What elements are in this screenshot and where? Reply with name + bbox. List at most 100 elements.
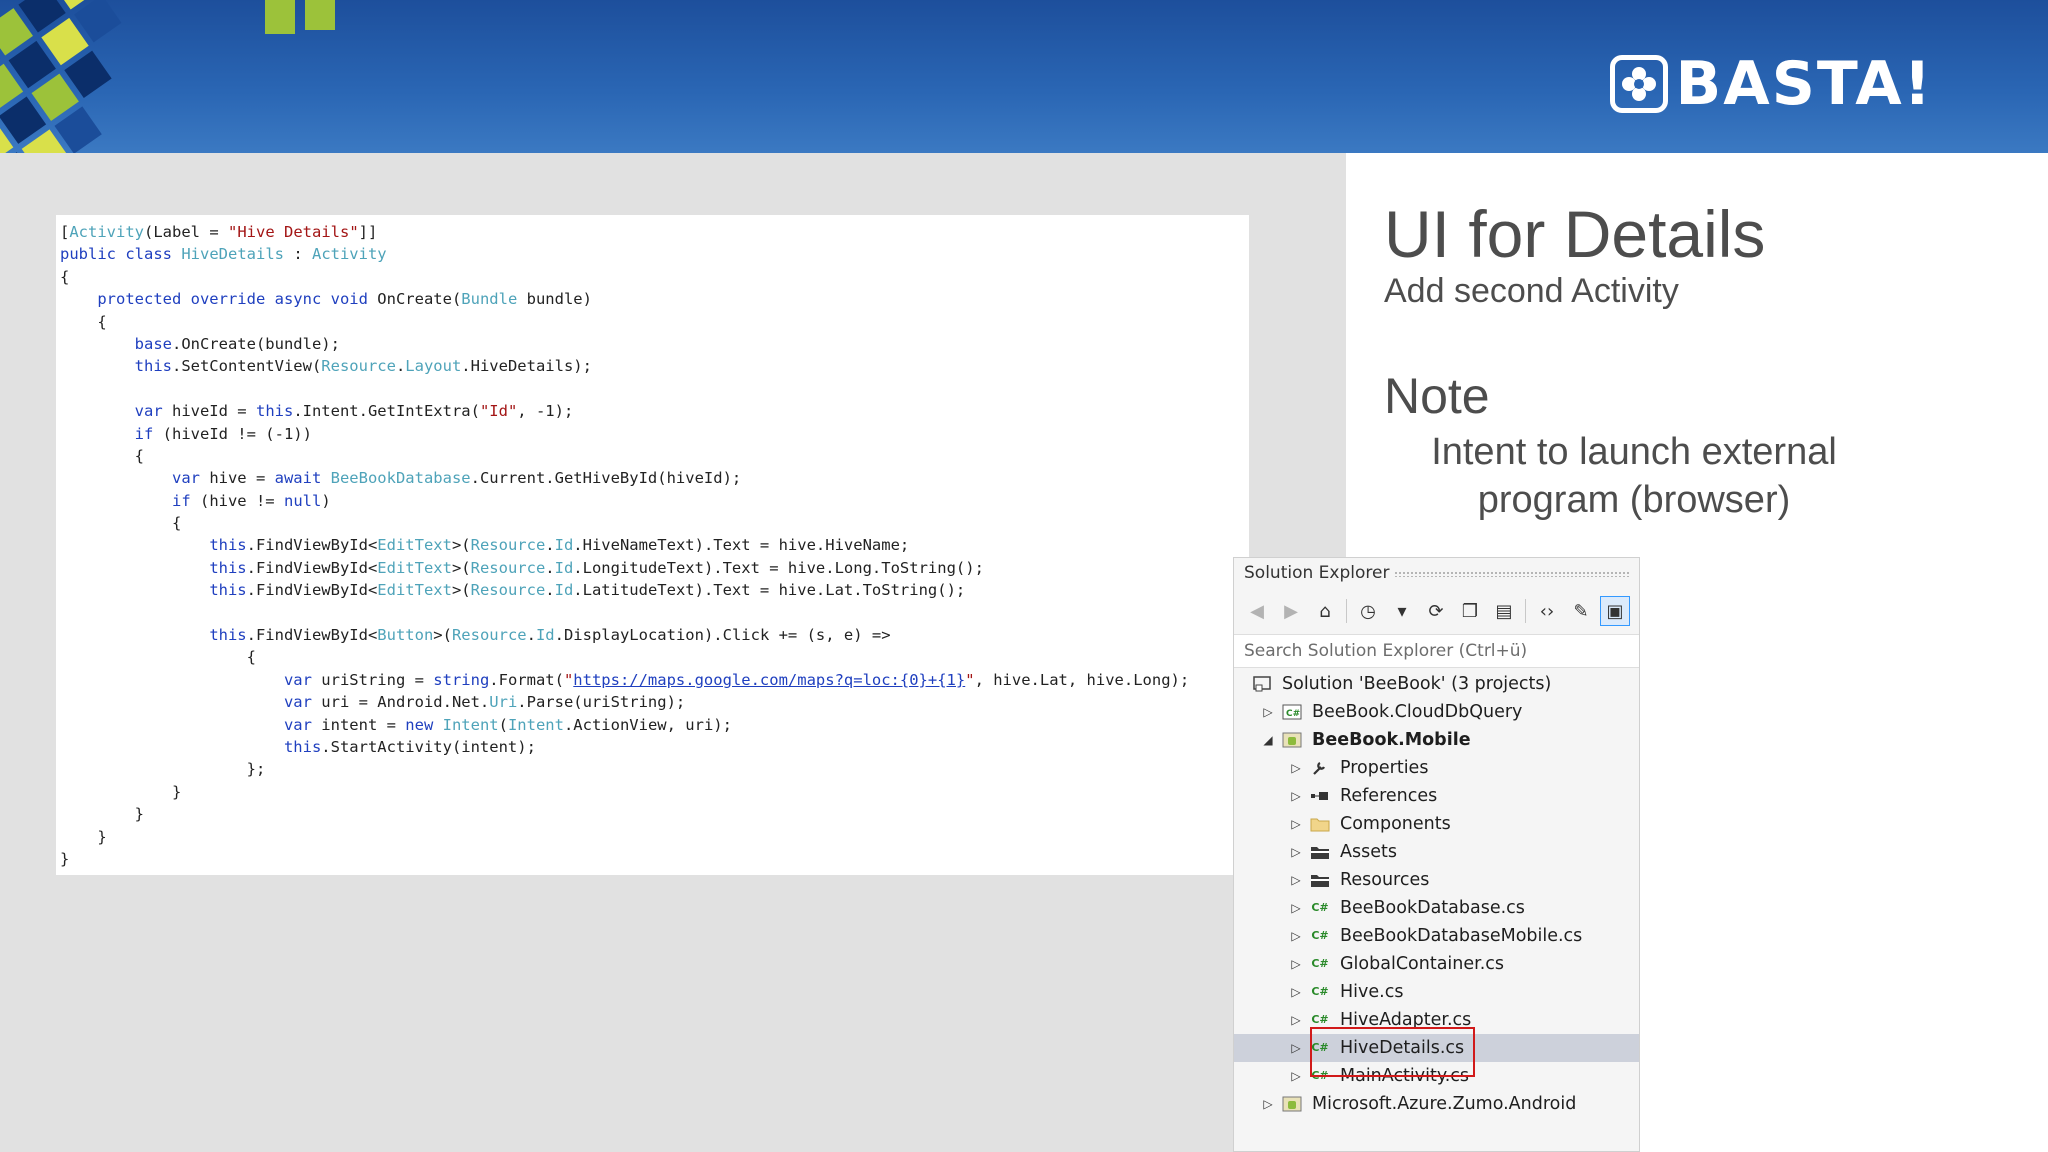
- code-line: this.FindViewById<EditText>(Resource.Id.…: [56, 579, 1249, 601]
- home-icon[interactable]: ⌂: [1310, 596, 1340, 626]
- code-line: }: [56, 781, 1249, 803]
- collapsed-arrow-icon[interactable]: ▷: [1288, 782, 1304, 810]
- tree-item-label: References: [1340, 786, 1438, 806]
- tree-item[interactable]: ▷ Components: [1234, 810, 1639, 838]
- logo-text: BASTA!: [1675, 49, 1933, 119]
- code-token: };: [60, 760, 266, 779]
- code-token: .: [395, 357, 406, 376]
- collapsed-arrow-icon[interactable]: ▷: [1288, 754, 1304, 782]
- android-project-icon: [1282, 731, 1302, 749]
- solution-search-input[interactable]: Search Solution Explorer (Ctrl+ü): [1234, 634, 1639, 668]
- code-token: , hive.Lat, hive.Long);: [974, 670, 1190, 689]
- collapsed-arrow-icon[interactable]: ▷: [1288, 922, 1304, 950]
- collapsed-arrow-icon[interactable]: ▷: [1288, 1006, 1304, 1034]
- collapsed-arrow-icon[interactable]: ▷: [1288, 950, 1304, 978]
- show-all-files-icon[interactable]: ▤: [1489, 596, 1519, 626]
- code-line: };: [56, 758, 1249, 780]
- code-token: .Format(: [489, 670, 564, 689]
- logo-flower-icon: [1609, 55, 1668, 113]
- csharp-file-icon: C#: [1311, 901, 1329, 914]
- code-token: Uri: [489, 693, 518, 712]
- references-icon: [1310, 787, 1330, 805]
- collapsed-arrow-icon[interactable]: ▷: [1288, 978, 1304, 1006]
- code-line: this.FindViewById<Button>(Resource.Id.Di…: [56, 624, 1249, 646]
- tree-item[interactable]: ▷ C# BeeBookDatabaseMobile.cs: [1234, 922, 1639, 950]
- panel-grip[interactable]: [1394, 571, 1629, 577]
- code-token: Intent: [442, 715, 499, 734]
- tree-item[interactable]: ▷ C# BeeBook.CloudDbQuery: [1234, 698, 1639, 726]
- code-token: this: [283, 737, 322, 756]
- tree-item-label: BeeBookDatabase.cs: [1340, 898, 1525, 918]
- code-token: Resource: [470, 581, 546, 600]
- dropdown-icon[interactable]: ▾: [1387, 596, 1417, 626]
- csharp-file-icon: C#: [1311, 957, 1329, 970]
- code-token: >(: [433, 626, 452, 645]
- code-token: {: [60, 312, 107, 331]
- preview-icon[interactable]: ▣: [1600, 596, 1630, 626]
- expanded-arrow-icon[interactable]: ◢: [1260, 726, 1276, 754]
- tree-item[interactable]: ▷ References: [1234, 782, 1639, 810]
- code-token: (Label =: [144, 223, 228, 241]
- code-token: if: [134, 424, 163, 443]
- code-token: Resource: [470, 558, 546, 577]
- tree-item[interactable]: ◢ BeeBook.Mobile: [1234, 726, 1639, 754]
- slide-title: UI for Details: [1384, 197, 1766, 271]
- code-token: "Hive Details": [228, 223, 359, 241]
- code-token: intent =: [321, 715, 406, 734]
- csharp-file-icon: C#: [1311, 985, 1329, 998]
- collapsed-arrow-icon[interactable]: ▷: [1260, 1090, 1276, 1118]
- code-token: hive =: [209, 469, 275, 488]
- tree-item[interactable]: ▷ Assets: [1234, 838, 1639, 866]
- collapsed-arrow-icon[interactable]: ▷: [1288, 894, 1304, 922]
- code-token: BeeBookDatabase: [330, 469, 471, 488]
- code-url-link[interactable]: https://maps.google.com/maps?q=loc:{0}+{…: [573, 671, 965, 689]
- back-icon[interactable]: ◀: [1242, 596, 1272, 626]
- tree-item[interactable]: ▷ C# Hive.cs: [1234, 978, 1639, 1006]
- code-token: Resource: [321, 357, 396, 376]
- tree-item[interactable]: ▷ Properties: [1234, 754, 1639, 782]
- code-token: {: [60, 267, 70, 286]
- history-icon[interactable]: ◷: [1353, 596, 1383, 626]
- collapsed-arrow-icon[interactable]: ▷: [1288, 1062, 1304, 1090]
- code-token: ]]: [358, 223, 378, 241]
- collapsed-arrow-icon[interactable]: ▷: [1288, 810, 1304, 838]
- code-token: }: [60, 782, 182, 801]
- code-snippet: [Activity(Label = "Hive Details"]] public…: [56, 215, 1249, 875]
- tree-item[interactable]: ▷ C# GlobalContainer.cs: [1234, 950, 1639, 978]
- code-token: ": [965, 670, 975, 689]
- code-token: .HiveNameText).Text = hive.HiveName;: [573, 536, 910, 555]
- collapsed-arrow-icon[interactable]: ▷: [1260, 698, 1276, 726]
- solution-icon: [1252, 675, 1272, 693]
- code-token: await: [274, 469, 331, 488]
- collapsed-arrow-icon[interactable]: ▷: [1288, 838, 1304, 866]
- collapsed-arrow-icon[interactable]: ▷: [1288, 866, 1304, 894]
- code-token: .FindViewById<: [246, 558, 378, 577]
- code-token: var: [283, 715, 322, 734]
- forward-icon[interactable]: ▶: [1276, 596, 1306, 626]
- tree-item[interactable]: Solution 'BeeBook' (3 projects): [1234, 670, 1639, 698]
- collapsed-arrow-icon[interactable]: ▷: [1288, 1034, 1304, 1062]
- sync-icon[interactable]: ⟳: [1421, 596, 1451, 626]
- folder-dark-icon: [1310, 843, 1330, 861]
- code-token: .ActionView, uri);: [563, 715, 732, 734]
- code-token: uri = Android.Net.: [321, 693, 490, 712]
- code-token: }: [60, 849, 70, 868]
- code-token: Activity: [69, 223, 144, 241]
- code-token: >(: [451, 536, 471, 555]
- tree-item-label: Solution 'BeeBook' (3 projects): [1282, 674, 1552, 694]
- view-code-icon[interactable]: ‹›: [1532, 596, 1562, 626]
- collapse-all-icon[interactable]: ❐: [1455, 596, 1485, 626]
- code-token: .: [526, 626, 536, 645]
- properties-icon[interactable]: ✎: [1566, 596, 1596, 626]
- tree-item[interactable]: ▷ C# BeeBookDatabase.cs: [1234, 894, 1639, 922]
- code-token: (: [498, 715, 508, 734]
- code-token: protected override async void: [97, 290, 378, 309]
- code-token: Activity: [311, 245, 387, 264]
- code-token: .: [545, 581, 555, 600]
- code-token: hiveId =: [171, 402, 256, 421]
- code-line: {: [56, 266, 1249, 288]
- slide-subtitle: Add second Activity: [1384, 272, 1679, 310]
- tree-item[interactable]: ▷ Microsoft.Azure.Zumo.Android: [1234, 1090, 1639, 1118]
- tree-item[interactable]: ▷ Resources: [1234, 866, 1639, 894]
